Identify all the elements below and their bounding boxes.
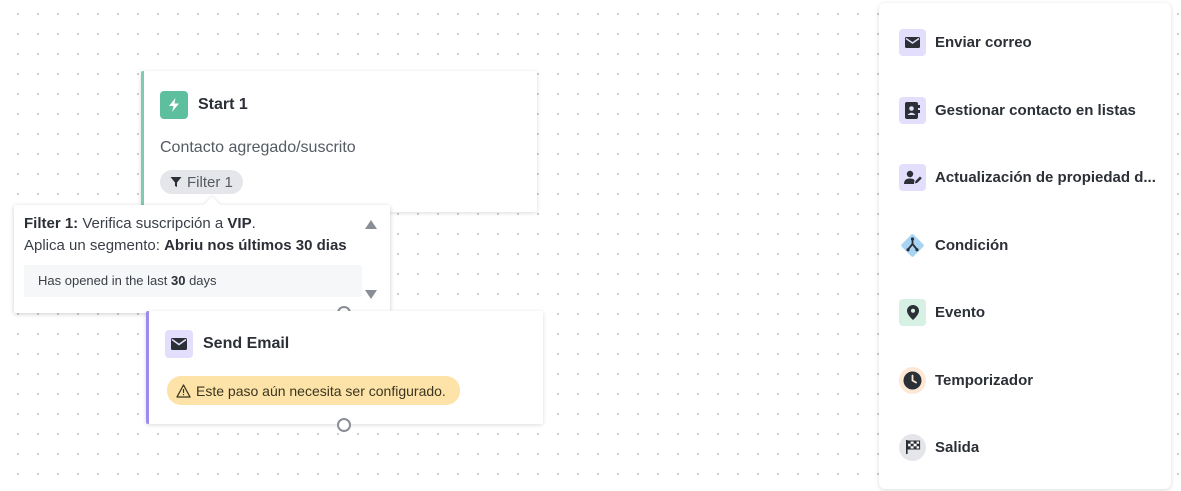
tooltip-line-subscription: Filter 1: Verifica suscripción a VIP. bbox=[24, 215, 256, 232]
checkered-flag-icon bbox=[899, 433, 926, 461]
start-node-header: Start 1 bbox=[160, 91, 248, 119]
panel-item-evento[interactable]: Evento bbox=[899, 298, 1161, 326]
panel-item-temporizador[interactable]: Temporizador bbox=[899, 366, 1161, 394]
panel-item-label: Enviar correo bbox=[935, 33, 1032, 51]
scroll-down-icon[interactable] bbox=[365, 290, 377, 299]
tooltip-line2-text: Aplica un segmento: bbox=[24, 237, 165, 254]
send-email-node[interactable]: Send Email Este paso aún necesita ser co… bbox=[146, 311, 543, 424]
tooltip-detail-text: Has opened in the last bbox=[38, 273, 171, 288]
start-node-title: Start 1 bbox=[198, 96, 248, 113]
lightning-icon bbox=[160, 91, 188, 119]
filter-tooltip: Filter 1: Verifica suscripción a VIP. Ap… bbox=[14, 196, 390, 313]
clock-icon bbox=[899, 366, 926, 394]
panel-item-actualizacion-propiedad[interactable]: Actualización de propiedad d... bbox=[899, 163, 1161, 191]
workflow-canvas[interactable]: Start 1 Contacto agregado/suscrito Filte… bbox=[0, 0, 880, 491]
tooltip-detail-end: days bbox=[185, 273, 217, 288]
config-warning[interactable]: Este paso aún necesita ser configurado. bbox=[167, 376, 460, 405]
tooltip-segment-name: Abriu nos últimos 30 dias bbox=[164, 237, 347, 254]
tooltip-line1-text: Verifica suscripción a bbox=[78, 215, 228, 232]
panel-item-label: Actualización de propiedad d... bbox=[935, 168, 1156, 186]
panel-item-label: Temporizador bbox=[935, 371, 1034, 389]
scroll-up-icon[interactable] bbox=[365, 220, 377, 229]
contact-book-icon bbox=[899, 96, 926, 124]
filter-pill[interactable]: Filter 1 bbox=[160, 170, 243, 194]
filter-pill-label: Filter 1 bbox=[187, 173, 233, 191]
panel-item-condicion[interactable]: Condición bbox=[899, 231, 1161, 259]
panel-item-label: Gestionar contacto en listas bbox=[935, 101, 1136, 119]
tooltip-segment-detail: Has opened in the last 30 days bbox=[24, 265, 362, 297]
send-node-output-port[interactable] bbox=[337, 418, 351, 432]
panel-item-salida[interactable]: Salida bbox=[899, 433, 1161, 461]
send-node-header: Send Email bbox=[165, 330, 289, 358]
tooltip-filter-name: Filter 1: bbox=[24, 215, 79, 232]
location-pin-icon bbox=[899, 298, 926, 326]
start-node[interactable]: Start 1 Contacto agregado/suscrito Filte… bbox=[141, 71, 537, 212]
envelope-icon bbox=[165, 330, 193, 358]
panel-item-enviar-correo[interactable]: Enviar correo bbox=[899, 28, 1161, 56]
tooltip-line-segment: Aplica un segmento: Abriu nos últimos 30… bbox=[24, 237, 347, 254]
tooltip-detail-days: 30 bbox=[170, 273, 186, 288]
warning-icon bbox=[176, 383, 191, 398]
send-node-title: Send Email bbox=[203, 335, 290, 352]
user-edit-icon bbox=[899, 163, 926, 191]
config-warning-label: Este paso aún necesita ser configurado. bbox=[196, 382, 446, 399]
panel-item-label: Salida bbox=[935, 438, 980, 456]
panel-item-label: Condición bbox=[935, 236, 1009, 254]
actions-panel: Enviar correo Gestionar contacto en list… bbox=[879, 3, 1171, 489]
tooltip-line1-end: . bbox=[251, 215, 256, 232]
panel-item-label: Evento bbox=[935, 303, 986, 321]
funnel-icon bbox=[170, 177, 182, 187]
branch-icon bbox=[899, 232, 926, 259]
envelope-icon bbox=[899, 28, 926, 56]
panel-item-gestionar-contacto[interactable]: Gestionar contacto en listas bbox=[899, 96, 1161, 124]
tooltip-list-name: VIP bbox=[227, 215, 252, 232]
start-node-trigger: Contacto agregado/suscrito bbox=[160, 139, 356, 156]
